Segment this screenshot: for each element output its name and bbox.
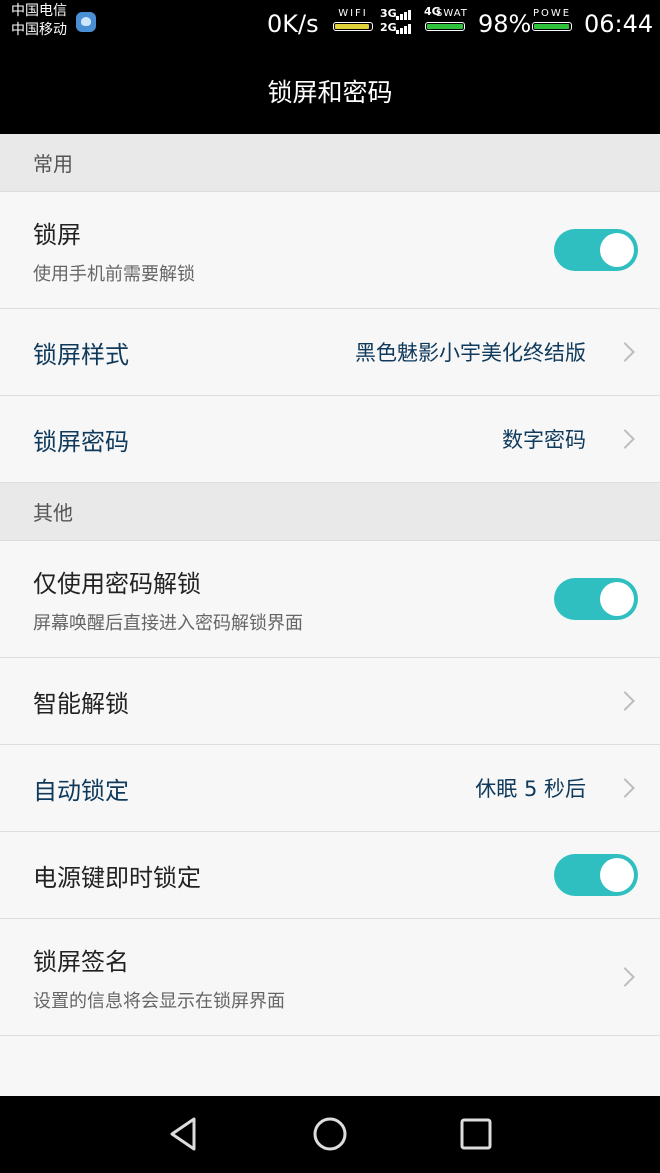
carrier-2: 中国移动 [11,22,67,38]
wifi-level-fill [335,24,370,29]
net-speed: 0K/s [267,10,319,38]
swat-label: SWAT [436,8,468,19]
setting-lock-signature[interactable]: 锁屏签名 设置的信息将会显示在锁屏界面 [0,919,660,1036]
signal-label-3g: 3G [380,7,397,20]
section-header-other: 其他 [0,483,660,541]
title-bar: 锁屏和密码 [0,48,660,134]
setting-password-only-unlock[interactable]: 仅使用密码解锁 屏幕唤醒后直接进入密码解锁界面 [0,541,660,658]
setting-lock-screen[interactable]: 锁屏 使用手机前需要解锁 [0,192,660,309]
power-key-lock-toggle[interactable] [554,854,638,896]
navigation-bar [0,1096,660,1173]
status-bar: 中国电信 中国移动 0K/s WIFI 3G 2G 4G SWAT 98% PO… [0,0,660,48]
toggle-knob [600,582,634,616]
section-header-common: 常用 [0,134,660,192]
setting-title: 智能解锁 [33,689,129,718]
password-only-toggle[interactable] [554,578,638,620]
carrier-names: 中国电信 中国移动 [11,2,67,40]
clock: 06:44 [584,10,654,38]
page-title: 锁屏和密码 [267,78,393,107]
battery-percent: 98% [478,10,532,38]
setting-lock-password[interactable]: 锁屏密码 数字密码 [0,396,660,483]
recents-square-icon[interactable] [456,1114,496,1154]
swat-meter: 4G SWAT [424,5,468,31]
setting-lock-style[interactable]: 锁屏样式 黑色魅影小宇美化终结版 [0,309,660,396]
signal-label-2g: 2G [380,21,397,34]
setting-smart-unlock[interactable]: 智能解锁 [0,658,660,745]
carrier-1: 中国电信 [11,3,67,19]
lock-screen-toggle[interactable] [554,229,638,271]
swat-level-fill [427,24,463,29]
settings-list: 常用 锁屏 使用手机前需要解锁 锁屏样式 黑色魅影小宇美化终结版 锁屏密码 数字… [0,134,660,1036]
back-triangle-icon[interactable] [164,1114,204,1154]
setting-value: 黑色魅影小宇美化终结版 [355,341,586,365]
setting-power-key-lock[interactable]: 电源键即时锁定 [0,832,660,919]
network-label-4g: 4G [424,5,441,18]
setting-auto-lock[interactable]: 自动锁定 休眠 5 秒后 [0,745,660,832]
toggle-knob [600,233,634,267]
notification-app-icon [76,12,96,32]
setting-title: 锁屏签名 [33,947,129,976]
cell-signal-icon: 3G 2G [380,8,414,36]
power-level-fill [534,24,570,29]
setting-value: 休眠 5 秒后 [475,777,586,801]
power-meter: POWE [531,8,573,31]
wifi-label: WIFI [338,8,368,19]
setting-subtitle: 设置的信息将会显示在锁屏界面 [33,990,285,1012]
home-circle-icon[interactable] [310,1114,350,1154]
wifi-meter: WIFI [332,8,374,31]
setting-value: 数字密码 [502,428,586,452]
power-label: POWE [532,8,572,19]
toggle-knob [600,858,634,892]
